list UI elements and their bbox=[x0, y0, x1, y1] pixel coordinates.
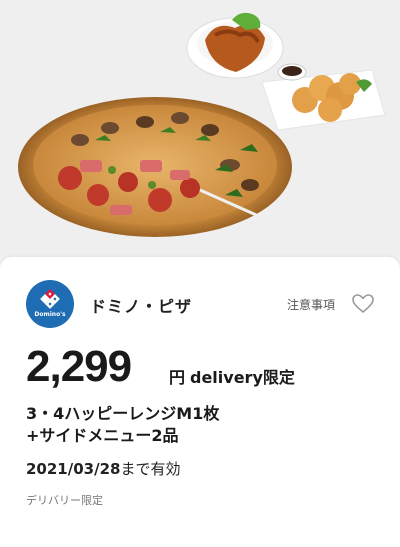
brand-name: ドミノ・ピザ bbox=[90, 297, 193, 316]
pizza-illustration bbox=[18, 12, 386, 237]
price-amount: 2,299 bbox=[26, 342, 132, 391]
heart-outline-icon bbox=[352, 294, 374, 313]
delivery-only-tag: delivery限定 bbox=[190, 368, 295, 387]
validity-suffix: まで有効 bbox=[120, 460, 181, 478]
price-currency: 円 bbox=[169, 368, 186, 387]
favorite-button[interactable] bbox=[351, 292, 375, 316]
offer-description-line2: +サイドメニュー2品 bbox=[26, 426, 179, 445]
dominos-logo: Domino's bbox=[26, 280, 74, 328]
dominos-logo-icon: Domino's bbox=[34, 289, 66, 318]
offer-description-line1: 3・4ハッピーレンジM1枚 bbox=[26, 404, 220, 423]
notes-link[interactable]: 注意事項 bbox=[287, 296, 335, 313]
validity: 2021/03/28まで有効 bbox=[26, 458, 180, 479]
logo-text: Domino's bbox=[34, 311, 66, 318]
offer-description: 3・4ハッピーレンジM1枚 +サイドメニュー2品 bbox=[26, 403, 366, 447]
validity-date: 2021/03/28 bbox=[26, 460, 121, 478]
delivery-only-note: デリバリー限定 bbox=[26, 494, 103, 507]
hero-image bbox=[0, 0, 400, 262]
